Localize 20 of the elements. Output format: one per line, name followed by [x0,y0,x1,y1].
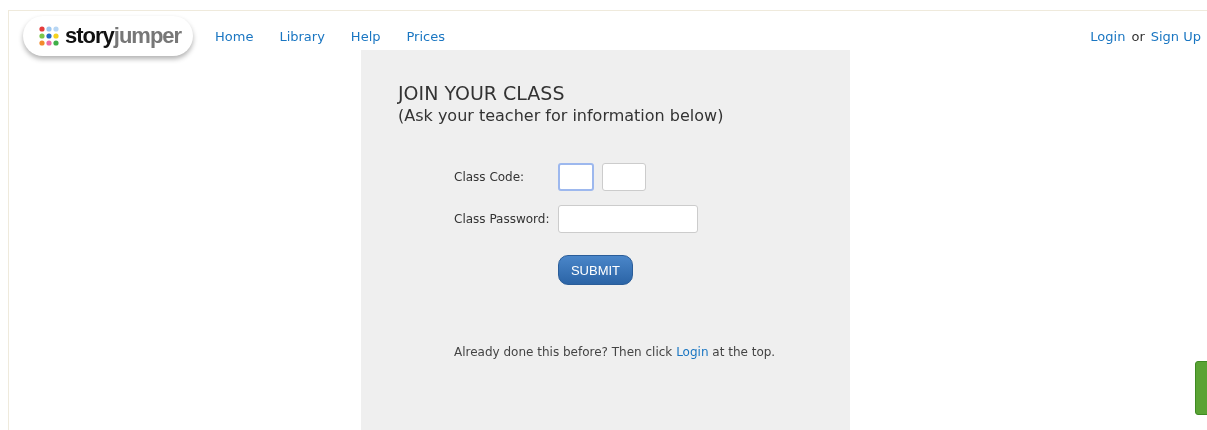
form-subtitle: (Ask your teacher for information below) [398,106,725,125]
field-label: Class Code: [454,170,526,184]
signup-link[interactable]: Sign Up [1150,28,1201,44]
login-link[interactable]: Login [1090,28,1126,44]
nav-link[interactable]: Help [350,28,381,44]
code-field[interactable] [558,163,594,191]
logo-wordmark: storyjumper [65,23,182,49]
dots-icon [39,26,59,46]
login-link[interactable]: Login [676,345,709,359]
nav-link[interactable]: Prices [406,28,445,44]
or-text: or [1131,28,1145,44]
logo-cloud[interactable]: storyjumper [23,16,193,56]
code-field[interactable] [602,163,646,191]
password-field[interactable] [558,205,698,233]
form-title: JOIN YOUR CLASS [398,82,566,104]
submit-button[interactable]: SUBMIT [558,255,633,285]
nav-link[interactable]: Home [215,28,254,44]
footer-text: Already done this before? Then click Login at the top. [454,345,777,359]
nav-link[interactable]: Library [279,28,325,44]
field-label: Class Password: [454,212,551,226]
